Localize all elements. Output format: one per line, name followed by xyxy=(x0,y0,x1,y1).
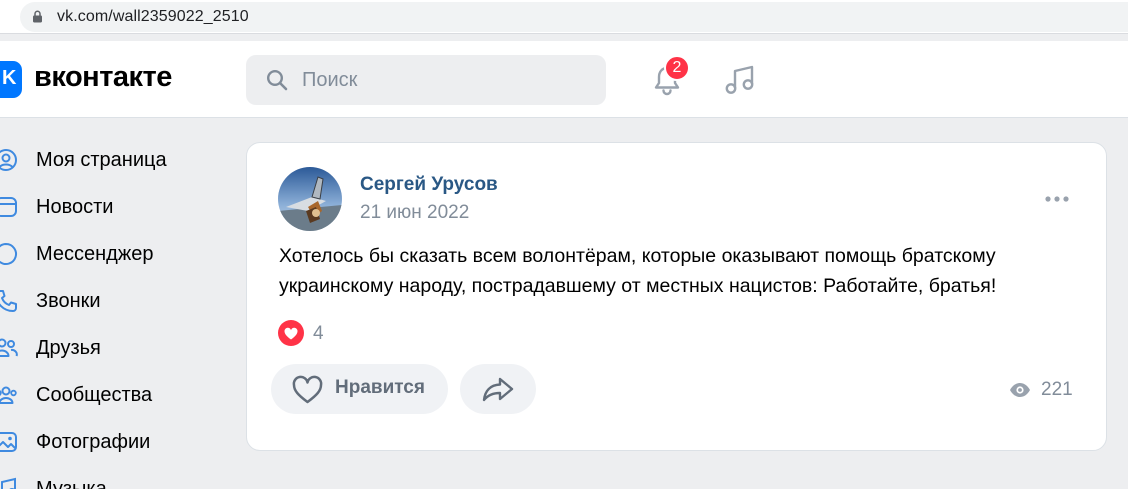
menu-item-music[interactable]: Музыка xyxy=(0,467,230,489)
phone-icon xyxy=(0,290,17,312)
avatar-image xyxy=(278,167,342,231)
friends-icon xyxy=(0,338,18,357)
url-field[interactable]: vk.com/wall2359022_2510 xyxy=(20,2,1128,32)
menu-item-label: Фотографии xyxy=(36,431,151,453)
menu-item-label: Друзья xyxy=(36,337,101,359)
browser-address-bar: vk.com/wall2359022_2510 xyxy=(0,0,1128,34)
vk-logo-letter: K xyxy=(2,67,17,89)
menu-item-label: Мессенджер xyxy=(36,243,154,265)
lock-icon xyxy=(33,10,42,23)
menu-item-label: Звонки xyxy=(36,290,101,312)
photo-icon xyxy=(0,432,17,452)
menu-item-communities[interactable]: Сообщества xyxy=(0,373,230,413)
communities-icon xyxy=(0,386,17,404)
post-date[interactable]: 21 июн 2022 xyxy=(360,202,469,224)
menu-item-friends[interactable]: Друзья xyxy=(0,326,230,366)
menu-item-news[interactable]: Новости xyxy=(0,185,230,225)
menu-item-label: Моя страница xyxy=(36,149,167,171)
like-button[interactable]: Нравится xyxy=(271,364,448,414)
avatar[interactable] xyxy=(278,167,342,231)
search-input[interactable] xyxy=(302,55,592,105)
post-card: Сергей Урусов 21 июн 2022 Хотелось бы ск… xyxy=(246,142,1107,451)
heart-reaction-icon xyxy=(278,320,304,346)
post-text: Хотелось бы сказать всем волонтёрам, кот… xyxy=(279,245,997,297)
more-icon[interactable] xyxy=(1042,193,1072,205)
reactions-count: 4 xyxy=(313,323,324,344)
menu-item-label: Музыка xyxy=(36,478,107,489)
vk-logo-icon[interactable]: K xyxy=(0,61,22,98)
search-box[interactable] xyxy=(246,55,606,105)
menu-item-label: Новости xyxy=(36,196,114,218)
notifications-badge: 2 xyxy=(664,55,690,81)
menu-item-calls[interactable]: Звонки xyxy=(0,279,230,319)
menu-item-my-page[interactable]: Моя страница xyxy=(0,138,230,178)
menu-item-photos[interactable]: Фотографии xyxy=(0,420,230,460)
eye-icon xyxy=(1010,383,1030,397)
share-icon xyxy=(482,377,514,402)
url-text: vk.com/wall2359022_2510 xyxy=(57,8,249,25)
search-icon xyxy=(266,69,288,91)
heart-outline-icon xyxy=(292,375,323,404)
share-button[interactable] xyxy=(460,364,536,414)
menu-item-messenger[interactable]: Мессенджер xyxy=(0,232,230,272)
user-circle-icon xyxy=(0,149,17,171)
like-label: Нравится xyxy=(335,377,425,398)
news-icon xyxy=(0,197,17,217)
post-author-link[interactable]: Сергей Урусов xyxy=(360,174,498,196)
views-counter: 221 xyxy=(1009,379,1089,403)
views-count: 221 xyxy=(1041,379,1073,400)
music-icon[interactable] xyxy=(723,63,757,97)
site-header: K вконтакте 2 xyxy=(0,41,1128,118)
chat-icon xyxy=(0,243,17,265)
music-icon xyxy=(1,477,16,489)
menu-item-label: Сообщества xyxy=(36,384,153,406)
vk-wordmark[interactable]: вконтакте xyxy=(34,61,172,94)
